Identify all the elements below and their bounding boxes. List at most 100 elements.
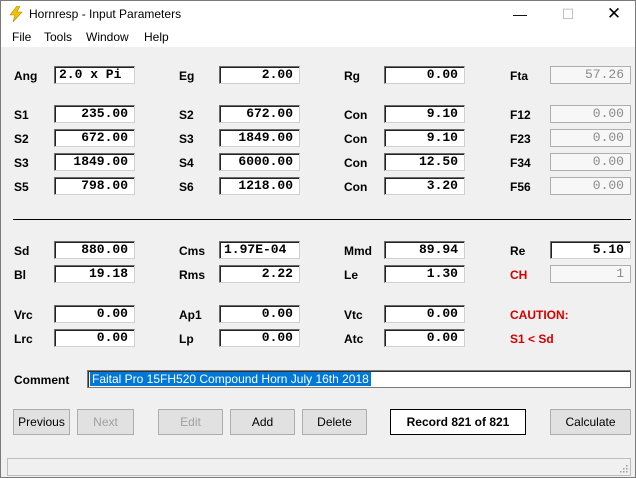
maximize-button[interactable]: ☐ [545,1,591,27]
s6-field[interactable]: 1218.00 [219,177,300,195]
comment-selected-text: Faital Pro 15FH520 Compound Horn July 16… [90,372,371,386]
s3b-label: S3 [14,156,29,170]
menu-help[interactable]: Help [144,30,169,44]
s3-field[interactable]: 1849.00 [219,129,300,147]
eg-label: Eg [179,69,195,83]
f56-field: 0.00 [550,177,631,195]
title-bar[interactable]: Hornresp - Input Parameters — ☐ ✕ [1,1,635,27]
le-field[interactable]: 1.30 [384,265,465,283]
f34-label: F34 [510,156,531,170]
menu-bar: File Tools Window Help [1,27,635,47]
atc-label: Atc [344,332,364,346]
con1-field[interactable]: 9.10 [384,105,465,123]
calculate-button[interactable]: Calculate [550,409,631,435]
rg-field[interactable]: 0.00 [384,66,465,84]
resize-grip-icon[interactable] [618,463,628,473]
s2b-label: S2 [14,132,29,146]
calculate-label: Calculate [565,415,616,429]
lrc-field[interactable]: 0.00 [54,329,135,347]
lightning-bolt-icon [9,6,23,22]
s6-label: S6 [179,180,194,194]
ap1-field[interactable]: 0.00 [219,305,300,323]
con3-label: Con [344,156,368,170]
input-parameters-panel: Ang 2.0 x Pi Eg 2.00 Rg 0.00 Fta 57.26 S… [1,47,635,457]
ch-field: 1 [550,265,631,283]
f12-label: F12 [510,108,531,122]
rg-label: Rg [344,69,360,83]
comment-input[interactable]: Faital Pro 15FH520 Compound Horn July 16… [87,370,631,388]
fta-label: Fta [510,69,528,83]
caution-message: S1 < Sd [510,332,554,346]
ap1-label: Ap1 [179,308,202,322]
window-title: Hornresp - Input Parameters [29,7,182,21]
vrc-field[interactable]: 0.00 [54,305,135,323]
vtc-label: Vtc [344,308,363,322]
menu-file[interactable]: File [12,30,31,44]
menu-window[interactable]: Window [86,30,129,44]
section-divider [13,219,631,220]
s1-label: S1 [14,108,29,122]
sd-label: Sd [14,244,30,258]
comment-label: Comment [14,373,70,387]
mmd-label: Mmd [344,244,372,258]
next-label: Next [93,415,118,429]
s4-field[interactable]: 6000.00 [219,153,300,171]
vtc-field[interactable]: 0.00 [384,305,465,323]
con4-label: Con [344,180,368,194]
f23-label: F23 [510,132,531,146]
mmd-field[interactable]: 89.94 [384,241,465,259]
rms-field[interactable]: 2.22 [219,265,300,283]
status-bar [7,458,631,476]
caution-title: CAUTION: [510,308,569,322]
con4-field[interactable]: 3.20 [384,177,465,195]
s2-label: S2 [179,108,194,122]
con2-field[interactable]: 9.10 [384,129,465,147]
previous-button[interactable]: Previous [13,409,70,435]
edit-button[interactable]: Edit [158,409,223,435]
lp-field[interactable]: 0.00 [219,329,300,347]
cms-field[interactable]: 1.97E-04 [219,241,300,259]
add-button[interactable]: Add [230,409,295,435]
re-label: Re [510,244,526,258]
rms-label: Rms [179,268,206,282]
s2b-field[interactable]: 672.00 [54,129,135,147]
delete-label: Delete [317,415,352,429]
add-label: Add [251,415,274,429]
lrc-label: Lrc [14,332,33,346]
main-window: Hornresp - Input Parameters — ☐ ✕ File T… [0,0,636,478]
ch-label: CH [510,268,528,282]
con1-label: Con [344,108,368,122]
next-button[interactable]: Next [77,409,134,435]
minimize-button[interactable]: — [497,1,543,27]
con3-field[interactable]: 12.50 [384,153,465,171]
menu-tools[interactable]: Tools [44,30,72,44]
bl-field[interactable]: 19.18 [54,265,135,283]
bl-label: Bl [14,268,26,282]
s1-field[interactable]: 235.00 [54,105,135,123]
s3b-field[interactable]: 1849.00 [54,153,135,171]
ang-label: Ang [14,69,38,83]
sd-field[interactable]: 880.00 [54,241,135,259]
s5-field[interactable]: 798.00 [54,177,135,195]
con2-label: Con [344,132,368,146]
le-label: Le [344,268,359,282]
close-button[interactable]: ✕ [591,1,636,27]
s5-label: S5 [14,180,29,194]
s3-label: S3 [179,132,194,146]
f34-field: 0.00 [550,153,631,171]
record-indicator: Record 821 of 821 [390,409,526,435]
cms-label: Cms [179,244,206,258]
fta-field: 57.26 [550,66,631,84]
vrc-label: Vrc [14,308,33,322]
eg-field[interactable]: 2.00 [219,66,300,84]
edit-label: Edit [180,415,201,429]
re-field[interactable]: 5.10 [550,241,631,259]
f23-field: 0.00 [550,129,631,147]
ang-field[interactable]: 2.0 x Pi [54,66,135,84]
delete-button[interactable]: Delete [302,409,367,435]
atc-field[interactable]: 0.00 [384,329,465,347]
f56-label: F56 [510,180,531,194]
previous-label: Previous [18,415,65,429]
s2-field[interactable]: 672.00 [219,105,300,123]
lp-label: Lp [179,332,194,346]
